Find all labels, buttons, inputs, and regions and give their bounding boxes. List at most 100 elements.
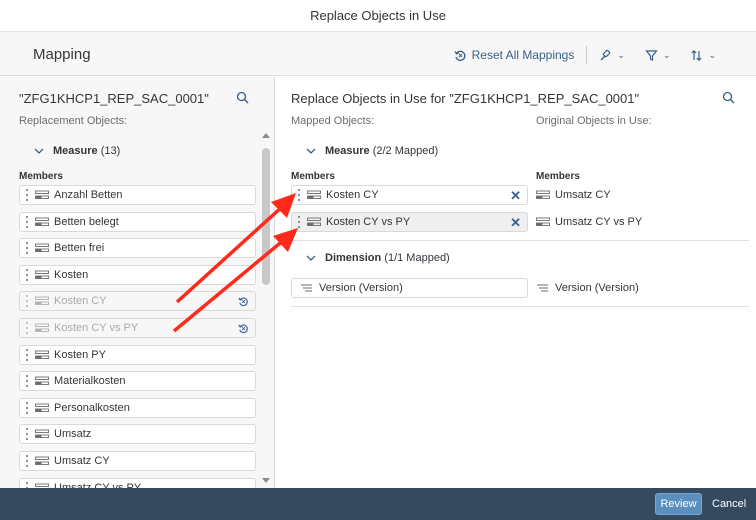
dialog-title-bar: Replace Objects in Use [0,0,756,32]
replacement-member-item[interactable]: Betten frei [19,238,256,258]
replacement-objects-panel: "ZFG1KHCP1_REP_SAC_0001" Replacement Obj… [0,77,275,488]
search-icon[interactable] [236,91,249,104]
replacement-member-label: Materialkosten [54,375,126,387]
replacement-member-label: Kosten [54,269,89,281]
drag-handle-icon[interactable] [22,215,32,229]
original-dimension-item: Version (Version) [536,282,639,294]
replacement-member-item[interactable]: Anzahl Betten [19,185,256,205]
mapped-objects-label: Mapped Objects: [291,115,375,127]
group-divider [291,240,749,241]
original-dimension-label: Version (Version) [555,282,639,294]
replacement-member-item[interactable]: Umsatz CY vs PY [19,478,256,488]
review-button[interactable]: Review [655,493,702,515]
drag-handle-icon[interactable] [22,348,32,362]
drag-handle-icon[interactable] [294,215,304,229]
replacement-member-item[interactable]: Betten belegt [19,212,256,232]
drag-handle-icon[interactable] [294,188,304,202]
mapping-title: Mapping [33,46,91,63]
scroll-down-arrow[interactable] [262,478,270,483]
filter-icon [645,49,658,61]
drag-handle-icon[interactable] [22,188,32,202]
replacement-member-item[interactable]: Umsatz CY [19,451,256,471]
measure-icon [307,190,321,199]
measure-icon [35,190,49,199]
cancel-button[interactable]: Cancel [712,493,746,515]
replacement-member-item[interactable]: Kosten [19,265,256,285]
drag-handle-icon[interactable] [22,374,32,388]
replacement-member-label: Umsatz CY [54,455,110,467]
measure-icon [35,350,49,359]
replacement-member-item[interactable]: Materialkosten [19,371,256,391]
replacement-member-label: Betten frei [54,242,105,254]
reset-all-mappings-label: Reset All Mappings [471,48,575,62]
scroll-up-arrow[interactable] [262,133,270,138]
reset-all-mappings-button[interactable]: Reset All Mappings [444,44,585,66]
replacement-member-label: Personalkosten [54,402,130,414]
mapped-objects-panel: Replace Objects in Use for "ZFG1KHCP1_RE… [276,77,756,488]
close-icon[interactable]: ✕ [510,216,521,229]
measure-icon [35,403,49,412]
measure-icon [35,429,49,438]
chevron-down-icon: ⌄ [617,49,625,60]
measure-icon [35,323,49,332]
replacement-member-item[interactable]: Kosten CY [19,291,256,311]
close-icon[interactable]: ✕ [510,189,521,202]
replacement-member-item[interactable]: Umsatz [19,424,256,444]
dialog-footer: Review Cancel [0,488,756,520]
measure-icon [35,296,49,305]
drag-handle-icon[interactable] [22,427,32,441]
brush-menu-button[interactable]: ⌄ [589,44,635,66]
search-icon[interactable] [722,91,735,104]
original-measure-item: Umsatz CY vs PY [536,216,642,228]
drag-handle-icon[interactable] [22,241,32,255]
dimension-mapped-status: (1/1 Mapped) [384,252,450,264]
replacement-member-item[interactable]: Personalkosten [19,398,256,418]
members-label: Members [19,171,63,182]
chevron-down-icon: ⌄ [708,49,716,60]
sort-icon [691,49,703,61]
measure-mapped-group-toggle[interactable]: Measure (2/2 Mapped) [305,145,438,157]
dimension-group-toggle[interactable]: Dimension (1/1 Mapped) [305,252,450,264]
measure-group-toggle[interactable]: Measure (13) [33,145,120,157]
replacement-member-label: Umsatz [54,428,92,440]
chevron-down-icon [34,148,44,154]
right-panel-title: Replace Objects in Use for "ZFG1KHCP1_RE… [291,91,640,106]
measure-icon [536,190,550,199]
replacement-objects-label: Replacement Objects: [19,115,128,127]
replacement-member-item[interactable]: Kosten CY vs PY [19,318,256,338]
original-measure-label: Umsatz CY vs PY [555,216,643,228]
group-divider [291,306,749,307]
mapped-measure-item[interactable]: Kosten CY ✕ [291,185,528,205]
drag-handle-icon[interactable] [22,321,32,335]
members-label: Members [536,171,580,182]
mapped-measure-item[interactable]: Kosten CY vs PY ✕ [291,212,528,232]
restore-icon[interactable] [238,323,249,334]
drag-handle-icon[interactable] [22,454,32,468]
chevron-down-icon [306,148,316,154]
replacement-member-label: Kosten PY [54,349,106,361]
reset-icon [454,50,466,61]
replacement-member-item[interactable]: Kosten PY [19,345,256,365]
scroll-thumb[interactable] [262,148,270,285]
left-panel-title: "ZFG1KHCP1_REP_SAC_0001" [19,91,209,106]
measure-group-count: (13) [100,145,121,157]
replacement-member-label: Anzahl Betten [54,189,123,201]
chevron-down-icon [306,255,316,261]
mapping-header: Mapping Reset All Mappings ⌄ ⌄ ⌄ [0,32,756,76]
filter-menu-button[interactable]: ⌄ [635,44,681,66]
drag-handle-icon[interactable] [22,268,32,282]
drag-handle-icon[interactable] [22,401,32,415]
left-scrollbar[interactable] [262,133,271,488]
drag-handle-icon[interactable] [22,294,32,308]
restore-icon[interactable] [238,296,249,307]
replacement-member-label: Kosten CY vs PY [54,322,139,334]
sort-menu-button[interactable]: ⌄ [680,44,726,66]
toolbar-separator [586,46,588,64]
drag-handle-icon[interactable] [22,481,32,488]
measure-mapped-status: (2/2 Mapped) [372,145,439,157]
mapped-dimension-item[interactable]: Version (Version) [291,278,528,298]
original-measure-item: Umsatz CY [536,189,611,201]
brush-icon [600,49,611,60]
measure-icon [35,270,49,279]
dimension-icon [301,284,312,292]
